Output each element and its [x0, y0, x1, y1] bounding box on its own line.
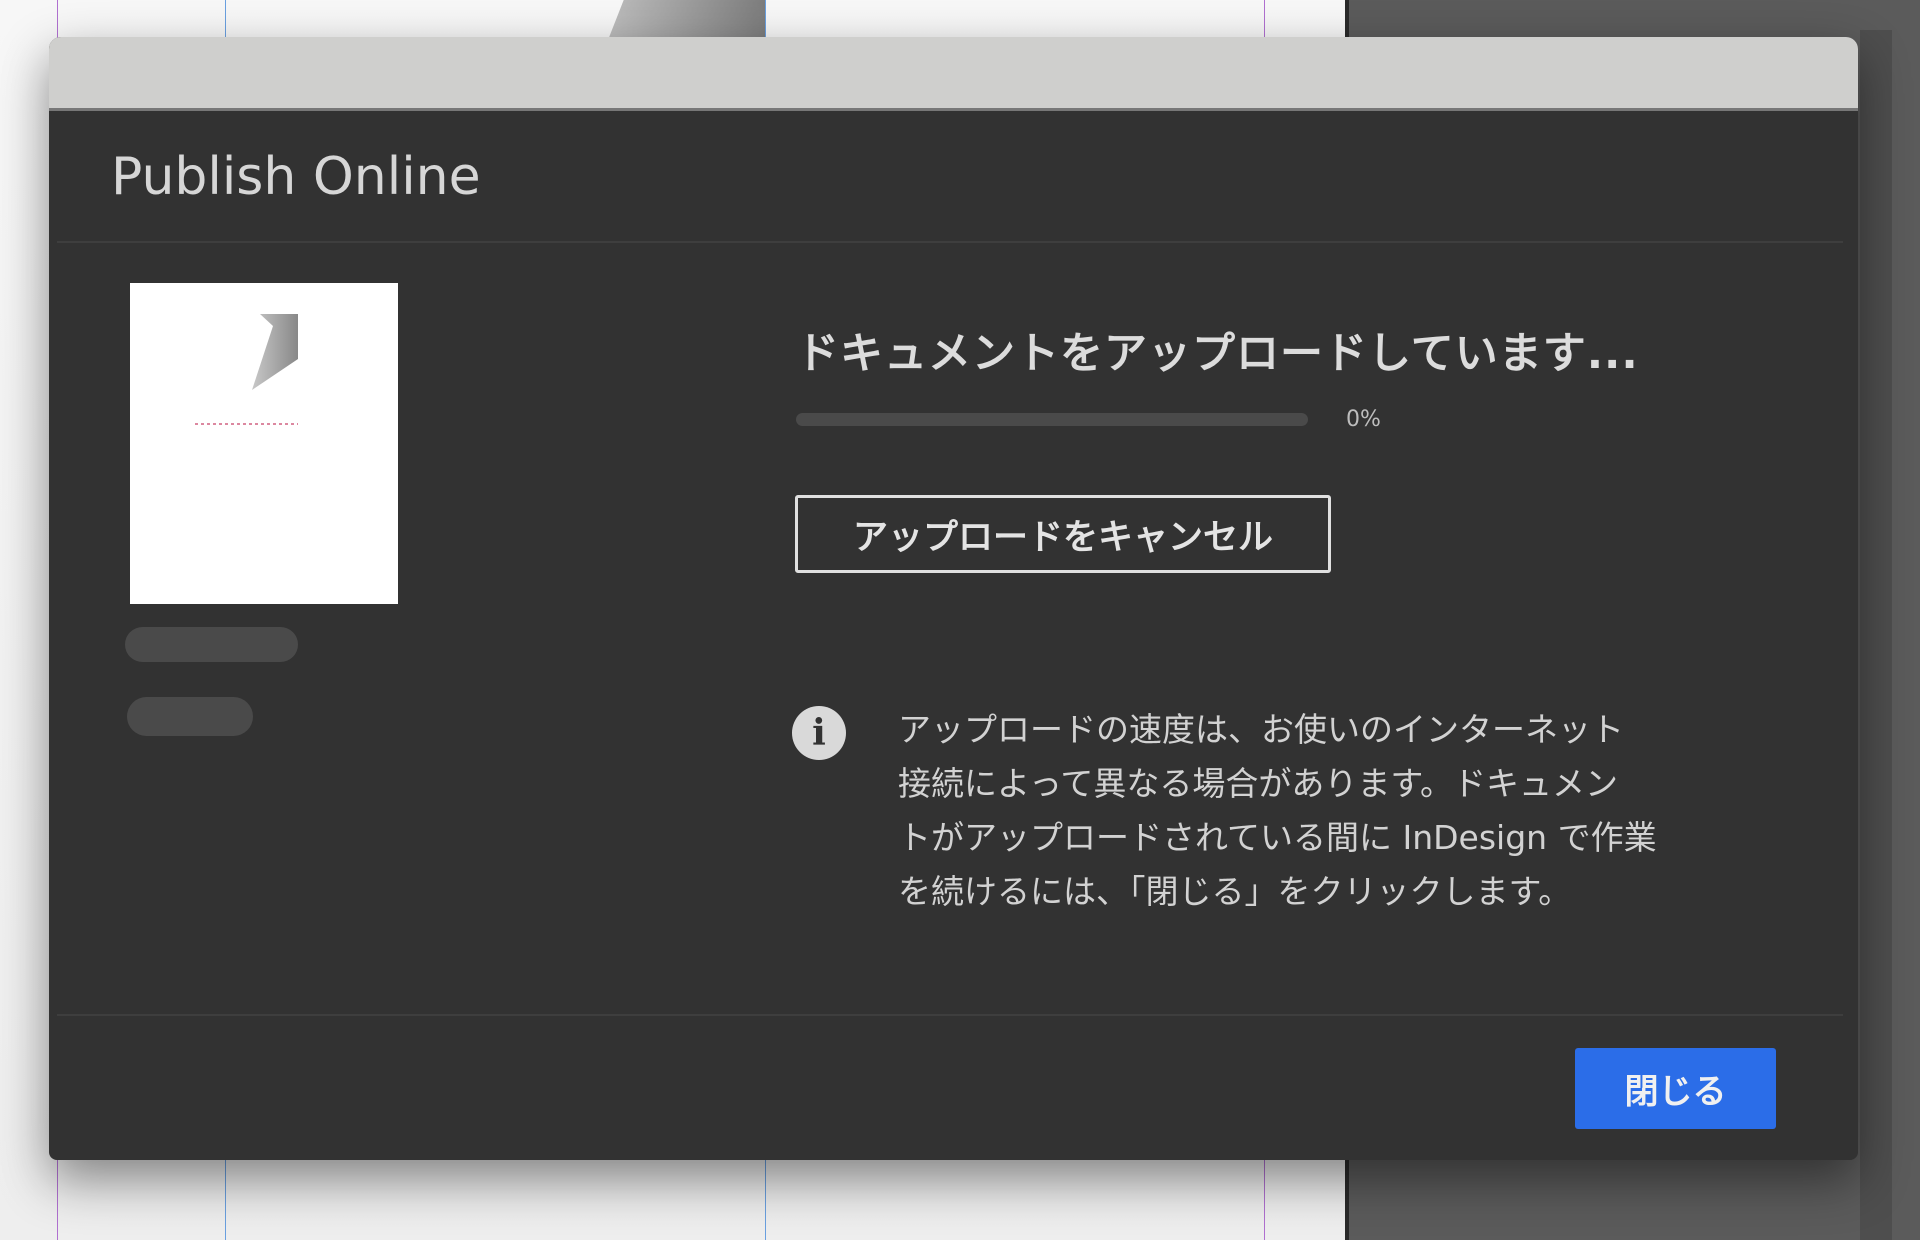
footer-divider [57, 1014, 1843, 1016]
cancel-upload-button[interactable]: アップロードをキャンセル [795, 495, 1331, 573]
document-thumbnail [130, 283, 398, 604]
dialog-titlebar[interactable] [49, 37, 1858, 111]
upload-progress-bar [796, 413, 1308, 426]
info-line: アップロードの速度は、お使いのインターネット [898, 710, 1624, 749]
upload-status-heading: ドキュメントをアップロードしています... [796, 329, 1639, 379]
thumbnail-graphic [195, 314, 298, 425]
close-button[interactable]: 閉じる [1575, 1048, 1776, 1129]
side-panel-edge [1860, 30, 1892, 1240]
dialog-title: Publish Online [111, 147, 481, 207]
header-divider [57, 241, 1843, 243]
page-graphic [608, 0, 765, 40]
skeleton-placeholder [125, 627, 298, 662]
skeleton-placeholder [127, 697, 253, 736]
info-line: トがアップロードされている間に InDesign で作業 [898, 818, 1657, 857]
info-line: 接続によって異なる場合があります。ドキュメン [898, 764, 1619, 803]
progress-percent: 0% [1346, 407, 1381, 432]
info-line: を続けるには、「閉じる」をクリックします。 [898, 872, 1572, 911]
publish-online-dialog: Publish Online ドキュメントをアップロードしています... 0% … [49, 37, 1858, 1160]
info-message: アップロードの速度は、お使いのインターネット 接続によって異なる場合があります。… [898, 703, 1657, 919]
info-icon: i [792, 706, 846, 760]
